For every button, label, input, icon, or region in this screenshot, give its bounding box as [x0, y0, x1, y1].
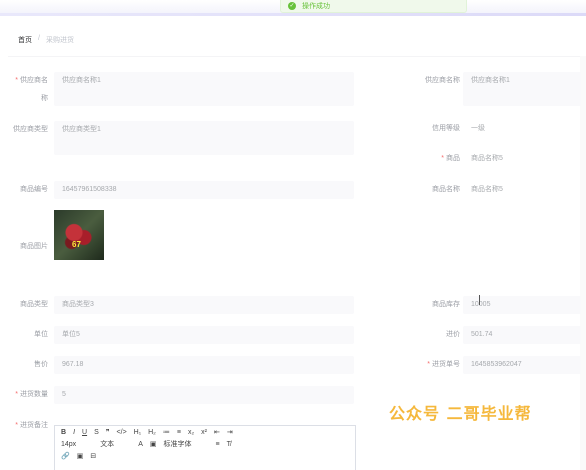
supplier-name-right-label: 供应商名称 — [425, 77, 460, 84]
product-name-value: 商品名称5 — [471, 186, 503, 193]
breadcrumb: 首页 / 采购进货 — [18, 35, 74, 45]
product-code-value: 16457961508338 — [62, 186, 117, 193]
product-name-label: 商品名称 — [432, 186, 460, 193]
success-toast: ✓ 操作成功 — [280, 0, 467, 13]
italic-icon[interactable]: I — [73, 429, 75, 436]
supplier-name-value: 供应商名称1 — [62, 77, 101, 84]
sale-price-label: 售价 — [34, 361, 48, 368]
remark-label: * 进货备注 — [15, 422, 48, 429]
product-image-label: 商品图片 — [20, 243, 48, 250]
product-image[interactable]: 67 — [54, 210, 104, 260]
sale-price-value: 967.18 — [62, 361, 84, 368]
product-label: * 商品 — [441, 155, 460, 162]
heading1-icon[interactable]: H₁ — [134, 429, 141, 436]
rich-text-editor[interactable]: B I U S ❞ </> H₁ H₂ ≔ ≡ x₂ x² ⇤ ⇥ 14px 文… — [54, 425, 356, 470]
watermark: 公众号 二哥毕业帮 — [389, 404, 532, 423]
unit-value: 单位5 — [62, 331, 80, 338]
text-style-select[interactable]: 文本 — [100, 439, 114, 449]
underline-icon[interactable]: U — [82, 429, 87, 436]
order-no-label: * 进货单号 — [427, 361, 460, 368]
toast-message: 操作成功 — [302, 3, 330, 10]
indent-icon[interactable]: ⇥ — [227, 428, 233, 436]
quantity-field[interactable] — [54, 386, 354, 404]
product-value[interactable]: 商品名称5 — [471, 150, 503, 168]
product-code-label: 商品编号 — [20, 186, 48, 193]
image-icon[interactable]: ▣ — [77, 452, 84, 460]
superscript-icon[interactable]: x² — [201, 429, 207, 436]
strikethrough-icon[interactable]: S — [94, 429, 99, 436]
credit-level-label: 信用等级 — [432, 125, 460, 132]
ordered-list-icon[interactable]: ≔ — [163, 428, 170, 436]
breadcrumb-home[interactable]: 首页 — [18, 35, 32, 45]
font-size-select[interactable]: 14px — [61, 441, 76, 448]
stock-label: 商品库存 — [432, 301, 460, 308]
quantity-value: 5 — [62, 391, 66, 398]
credit-level-value: 一级 — [471, 125, 485, 132]
scroll-gutter — [580, 56, 586, 470]
product-category-field[interactable] — [54, 296, 354, 314]
bullet-list-icon[interactable]: ≡ — [177, 429, 181, 436]
video-icon[interactable]: ⊟ — [90, 452, 96, 460]
link-icon[interactable]: 🔗 — [61, 452, 70, 460]
unit-label: 单位 — [34, 331, 48, 338]
breadcrumb-divider — [8, 56, 586, 57]
header-accent-bar — [0, 13, 586, 16]
product-category-value: 商品类型3 — [62, 301, 94, 308]
product-image-overlay: 67 — [72, 240, 81, 249]
supplier-type-label: 供应商类型 — [13, 126, 48, 133]
editor-toolbar-row-1: B I U S ❞ </> H₁ H₂ ≔ ≡ x₂ x² ⇤ ⇥ — [55, 426, 355, 438]
sale-price-field[interactable] — [54, 356, 354, 374]
bold-icon[interactable]: B — [61, 429, 66, 436]
blockquote-icon[interactable]: ❞ — [106, 428, 110, 436]
font-family-select[interactable]: 标准字体 — [163, 439, 191, 449]
background-color-icon[interactable]: ▣ — [150, 440, 157, 448]
heading2-icon[interactable]: H₂ — [148, 429, 156, 436]
font-color-icon[interactable]: A — [138, 441, 143, 448]
unit-field[interactable] — [54, 326, 354, 344]
breadcrumb-separator: / — [38, 35, 40, 42]
editor-toolbar-row-3: 🔗 ▣ ⊟ — [55, 450, 355, 462]
quantity-label: * 进货数量 — [15, 391, 48, 398]
supplier-type-value: 供应商类型1 — [62, 126, 101, 133]
supplier-name-label: * 供应商名称 — [15, 77, 48, 102]
clear-format-icon[interactable]: T̸ — [227, 441, 231, 448]
code-icon[interactable]: </> — [117, 429, 127, 436]
check-circle-icon: ✓ — [288, 2, 296, 10]
purchase-price-value: 501.74 — [471, 331, 493, 338]
product-category-label: 商品类型 — [20, 301, 48, 308]
align-icon[interactable]: ≡ — [215, 441, 219, 448]
subscript-icon[interactable]: x₂ — [188, 429, 194, 436]
editor-toolbar-row-2: 14px 文本 A ▣ 标准字体 ≡ T̸ — [55, 438, 355, 450]
purchase-price-label: 进价 — [446, 331, 460, 338]
supplier-name-right-value: 供应商名称1 — [471, 77, 510, 84]
outdent-icon[interactable]: ⇤ — [214, 428, 220, 436]
breadcrumb-current: 采购进货 — [45, 37, 74, 44]
text-cursor-icon — [479, 295, 483, 305]
order-no-value: 1645853962047 — [471, 361, 522, 368]
